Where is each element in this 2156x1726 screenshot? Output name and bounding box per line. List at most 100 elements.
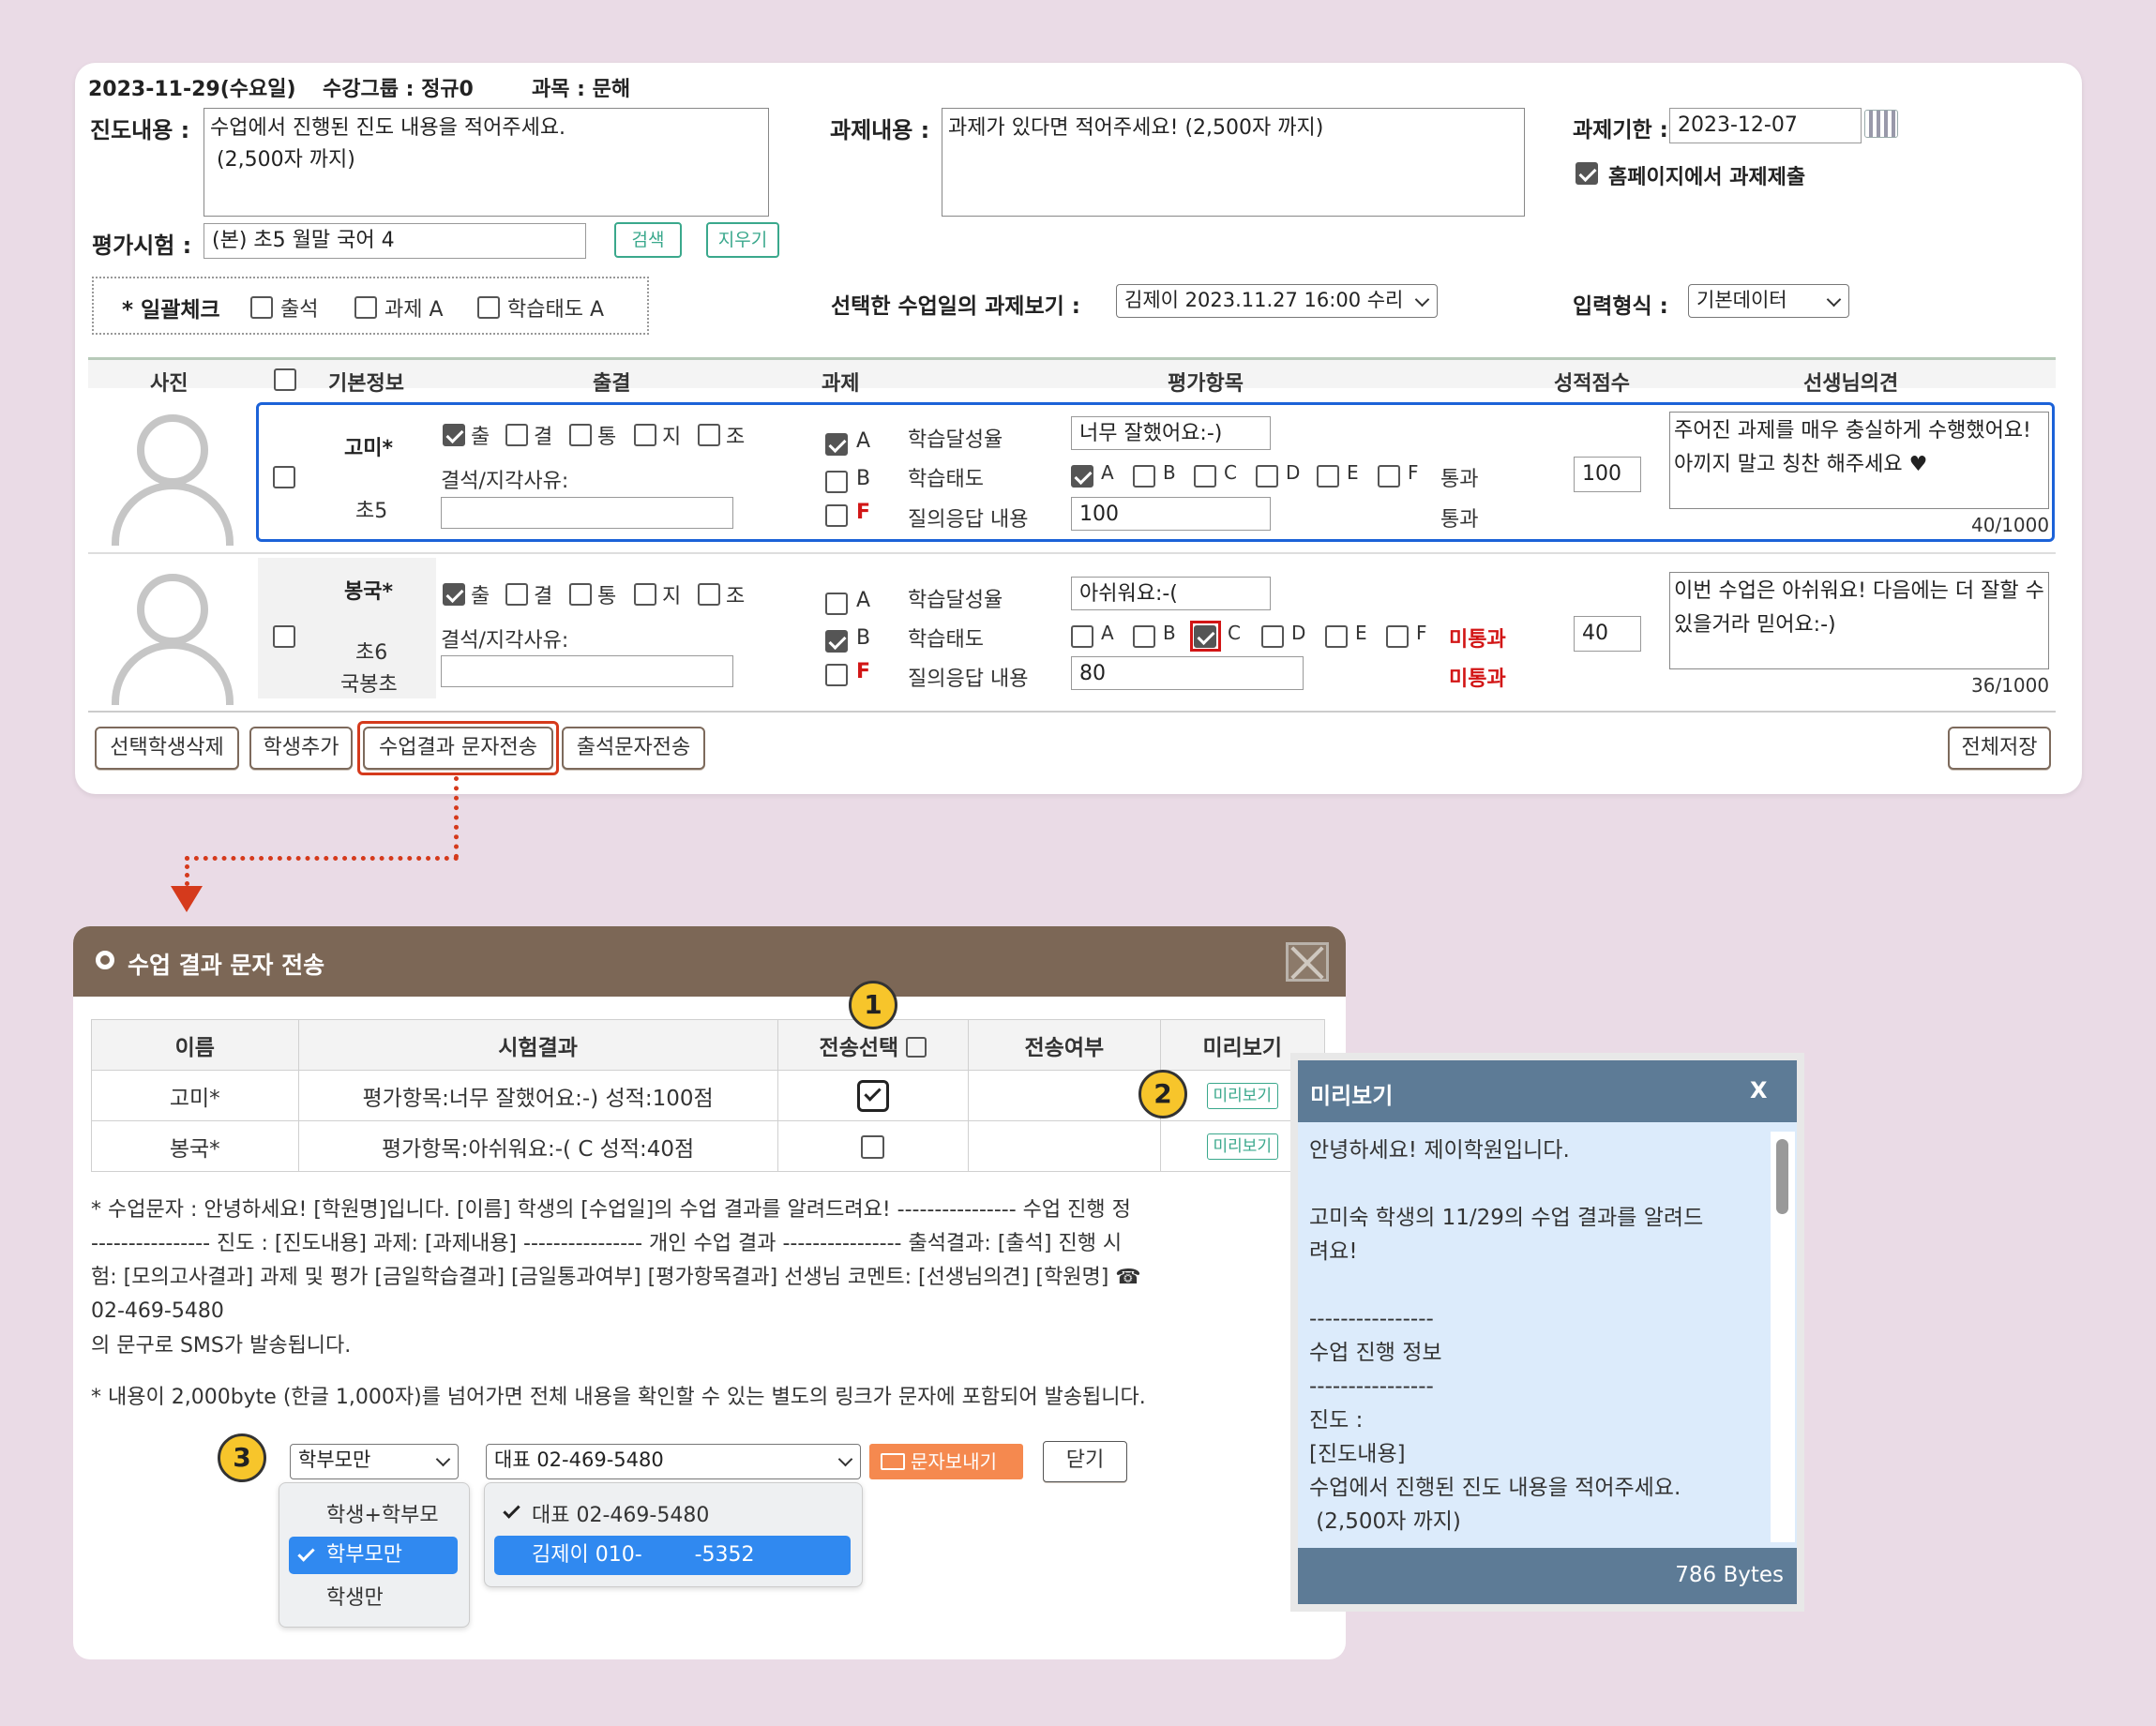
calendar-icon[interactable] — [1864, 110, 1898, 138]
homework-f-checkbox[interactable] — [825, 504, 848, 527]
check-icon — [297, 1544, 315, 1562]
absence-reason-input[interactable] — [441, 497, 733, 529]
attitude-c-checkbox[interactable] — [1194, 465, 1216, 488]
score-input[interactable]: 100 — [1574, 457, 1641, 492]
qa-input[interactable]: 80 — [1071, 656, 1304, 690]
attendance-late-checkbox[interactable] — [634, 583, 656, 606]
attitude-b-label: B — [1163, 622, 1176, 644]
attitude-e-checkbox[interactable] — [1325, 625, 1348, 648]
sender-option[interactable]: 김제이 010- -5352 — [494, 1536, 851, 1575]
input-format-select[interactable]: 기본데이터 — [1688, 284, 1849, 318]
col-send-select-label: 전송선택 — [819, 1035, 899, 1060]
search-button[interactable]: 검색 — [614, 222, 682, 258]
attendance-absent-checkbox[interactable] — [505, 583, 528, 606]
attendance-absent-checkbox[interactable] — [505, 424, 528, 446]
clear-button[interactable]: 지우기 — [706, 222, 779, 258]
attendance-present-checkbox[interactable] — [443, 583, 465, 606]
teacher-comment-textarea[interactable]: 주어진 과제를 매우 충실하게 수행했어요! 아끼지 말고 칭찬 해주세요 ♥ — [1669, 412, 2049, 509]
student-select-checkbox[interactable] — [273, 466, 295, 488]
step-badge-1: 1 — [849, 981, 897, 1029]
attendance-present-checkbox[interactable] — [443, 424, 465, 446]
preview-line: ---------------- — [1309, 1307, 1434, 1331]
attitude-d-checkbox[interactable] — [1261, 625, 1284, 648]
score-input[interactable]: 40 — [1574, 616, 1641, 652]
bulk-homework-checkbox[interactable] — [354, 296, 377, 319]
connector-line — [454, 776, 459, 859]
preview-close-icon[interactable]: X — [1750, 1077, 1768, 1103]
byte-count: 786 Bytes — [1675, 1563, 1784, 1587]
homepage-submit-checkbox[interactable] — [1576, 162, 1598, 185]
student-select-checkbox[interactable] — [273, 625, 295, 648]
preview-button[interactable]: 미리보기 — [1206, 1133, 1279, 1160]
send-class-result-sms-button[interactable]: 수업결과 문자전송 — [363, 727, 553, 770]
homework-a-checkbox[interactable] — [825, 433, 848, 456]
recipient-select[interactable]: 학부모만 — [290, 1444, 459, 1479]
char-count: 40/1000 — [1971, 514, 2050, 536]
attitude-a-checkbox[interactable] — [1071, 625, 1093, 648]
col-sent-status: 전송여부 — [968, 1019, 1161, 1071]
attendance-commute-checkbox[interactable] — [569, 424, 592, 446]
attitude-b-checkbox[interactable] — [1133, 625, 1155, 648]
delete-selected-students-button[interactable]: 선택학생삭제 — [95, 727, 239, 770]
close-icon[interactable] — [1286, 942, 1329, 982]
close-button[interactable]: 닫기 — [1043, 1441, 1127, 1482]
homework-b-checkbox[interactable] — [825, 471, 848, 493]
attendance-commute-checkbox[interactable] — [569, 583, 592, 606]
preview-button[interactable]: 미리보기 — [1206, 1083, 1279, 1109]
attendance-late-checkbox[interactable] — [634, 424, 656, 446]
progress-textarea[interactable]: 수업에서 진행된 진도 내용을 적어주세요. (2,500자 까지) — [204, 108, 769, 217]
send-attendance-sms-button[interactable]: 출석문자전송 — [562, 727, 705, 770]
qa-input[interactable]: 100 — [1071, 497, 1271, 531]
view-homework-select[interactable]: 김제이 2023.11.27 16:00 수리 — [1116, 284, 1438, 318]
bulk-attitude-checkbox[interactable] — [477, 296, 500, 319]
deadline-input[interactable]: 2023-12-07 — [1669, 108, 1862, 143]
send-select-checkbox[interactable] — [856, 1079, 889, 1112]
recipient-option[interactable]: 학생+학부모 — [326, 1498, 439, 1528]
attendance-absent-label: 결 — [534, 426, 553, 449]
sender-option-selected[interactable]: 대표 02-469-5480 — [532, 1498, 709, 1528]
recipient-option-selected[interactable]: 학부모만 — [289, 1537, 458, 1574]
save-all-button[interactable]: 전체저장 — [1948, 727, 2051, 770]
achievement-input[interactable]: 아쉬워요:-( — [1071, 577, 1271, 610]
attitude-f-checkbox[interactable] — [1378, 465, 1400, 488]
bulk-attendance-checkbox[interactable] — [250, 296, 273, 319]
attitude-b-checkbox[interactable] — [1133, 465, 1155, 488]
attendance-early-checkbox[interactable] — [698, 583, 720, 606]
chevron-down-icon — [837, 1451, 853, 1467]
select-all-checkbox[interactable] — [274, 368, 296, 391]
envelope-icon — [881, 1453, 905, 1470]
recipient-option[interactable]: 학생만 — [326, 1581, 384, 1611]
col-evaluation: 평가항목 — [1168, 372, 1244, 396]
absence-reason-input[interactable] — [441, 655, 733, 687]
sms-template-note: * 수업문자 : 안녕하세요! [학원명]입니다. [이름] 학생의 [수업일]… — [91, 1198, 1131, 1222]
scrollbar-track[interactable] — [1771, 1132, 1795, 1542]
sender-number-select[interactable]: 대표 02-469-5480 — [486, 1444, 861, 1479]
teacher-comment-textarea[interactable]: 이번 수업은 아쉬워요! 다음에는 더 잘할 수 있을거라 믿어요:-) — [1669, 572, 2049, 669]
add-student-button[interactable]: 학생추가 — [249, 727, 353, 770]
preview-message: 안녕하세요! 제이학원입니다. 고미숙 학생의 11/29의 수업 결과를 알려드… — [1309, 1133, 1759, 1538]
attitude-e-checkbox[interactable] — [1317, 465, 1339, 488]
homework-b-checkbox[interactable] — [825, 630, 848, 653]
exam-input[interactable]: (본) 초5 월말 국어 4 — [204, 223, 586, 259]
attitude-a-checkbox[interactable] — [1071, 465, 1093, 488]
row-result: 평가항목:너무 잘했어요:-) 성적:100점 — [297, 1070, 778, 1121]
recipient-option-label: 학부모만 — [326, 1543, 402, 1567]
attendance-early-checkbox[interactable] — [698, 424, 720, 446]
bulk-check-box: * 일괄체크 출석 과제 A 학습태도 A — [92, 277, 649, 335]
modal-title: 수업 결과 문자 전송 — [128, 952, 325, 979]
col-basic-info: 기본정보 — [328, 372, 404, 396]
preview-line: 수업에서 진행된 진도 내용을 적어주세요. — [1309, 1476, 1681, 1500]
attitude-f-checkbox[interactable] — [1386, 625, 1409, 648]
attitude-d-checkbox[interactable] — [1256, 465, 1278, 488]
send-sms-button[interactable]: 문자보내기 — [869, 1444, 1023, 1479]
attitude-c-checkbox[interactable] — [1194, 625, 1216, 648]
achievement-input[interactable]: 너무 잘했어요:-) — [1071, 416, 1271, 450]
send-select-checkbox[interactable] — [861, 1134, 885, 1159]
radio-dot-icon — [96, 951, 114, 969]
sent-status-cell — [968, 1070, 1161, 1121]
homework-f-checkbox[interactable] — [825, 664, 848, 686]
homework-a-checkbox[interactable] — [825, 593, 848, 615]
scrollbar-thumb[interactable] — [1776, 1139, 1788, 1214]
select-all-send-checkbox[interactable] — [906, 1036, 927, 1058]
homework-textarea[interactable]: 과제가 있다면 적어주세요! (2,500자 까지) — [942, 108, 1525, 217]
